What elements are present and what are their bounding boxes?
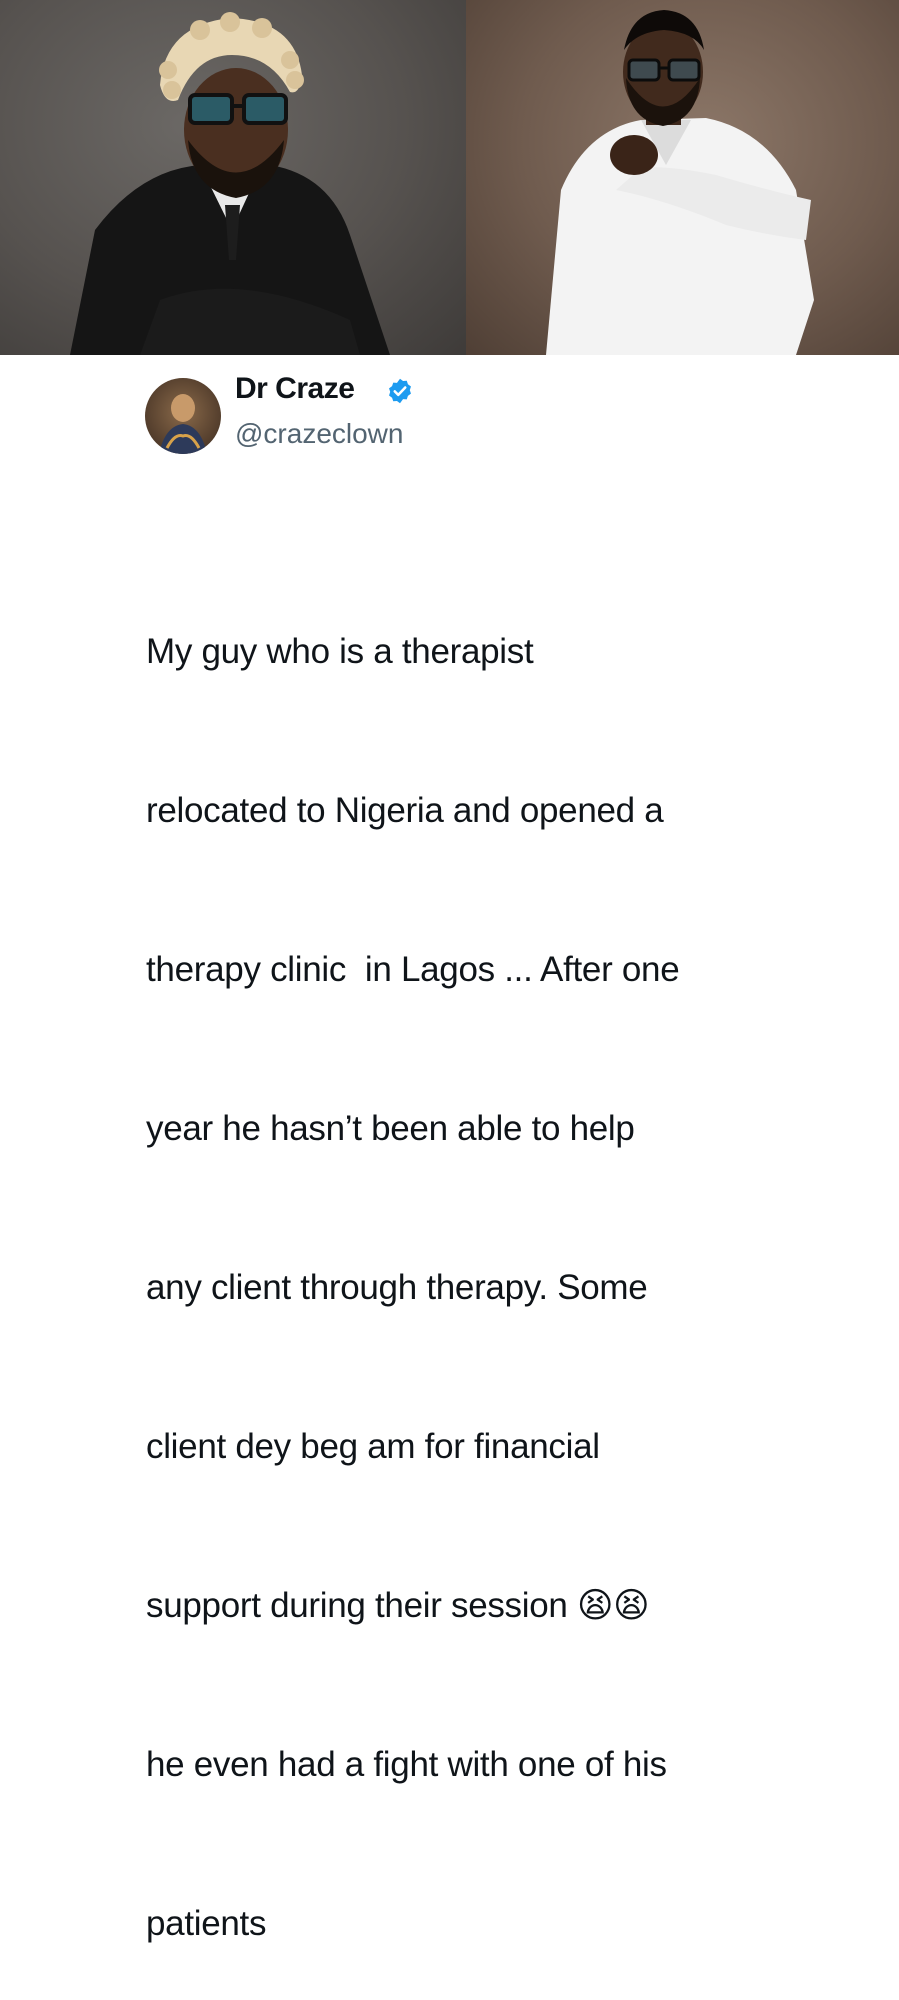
photo-white-shirt-portrait[interactable] [466,0,899,355]
tweet-text-line: any client through therapy. Some [146,1268,648,1307]
display-name[interactable]: Dr Craze [235,372,355,406]
tweet-text-line: client dey beg am for financial [146,1427,600,1466]
tweet-text-line: therapy clinic in Lagos ... After one [146,950,680,989]
avatar[interactable] [145,378,221,454]
header-photos [0,0,899,355]
photo-lawyer-portrait[interactable] [0,0,466,355]
tweet-text-line: relocated to Nigeria and opened a [146,791,664,830]
user-handle[interactable]: @crazeclown [235,418,403,450]
tweet-text-line: year he hasn’t been able to help [146,1109,635,1148]
verified-badge-icon [389,378,411,404]
tweet-text-line: My guy who is a therapist [146,632,534,671]
tweet-text-line: he even had a fight with one of his [146,1745,667,1784]
tweet-text: My guy who is a therapist relocated to N… [146,519,846,2000]
tweet-text-line: patients [146,1904,267,1943]
tweet-text-line: support during their session 😫😫 [146,1586,650,1625]
